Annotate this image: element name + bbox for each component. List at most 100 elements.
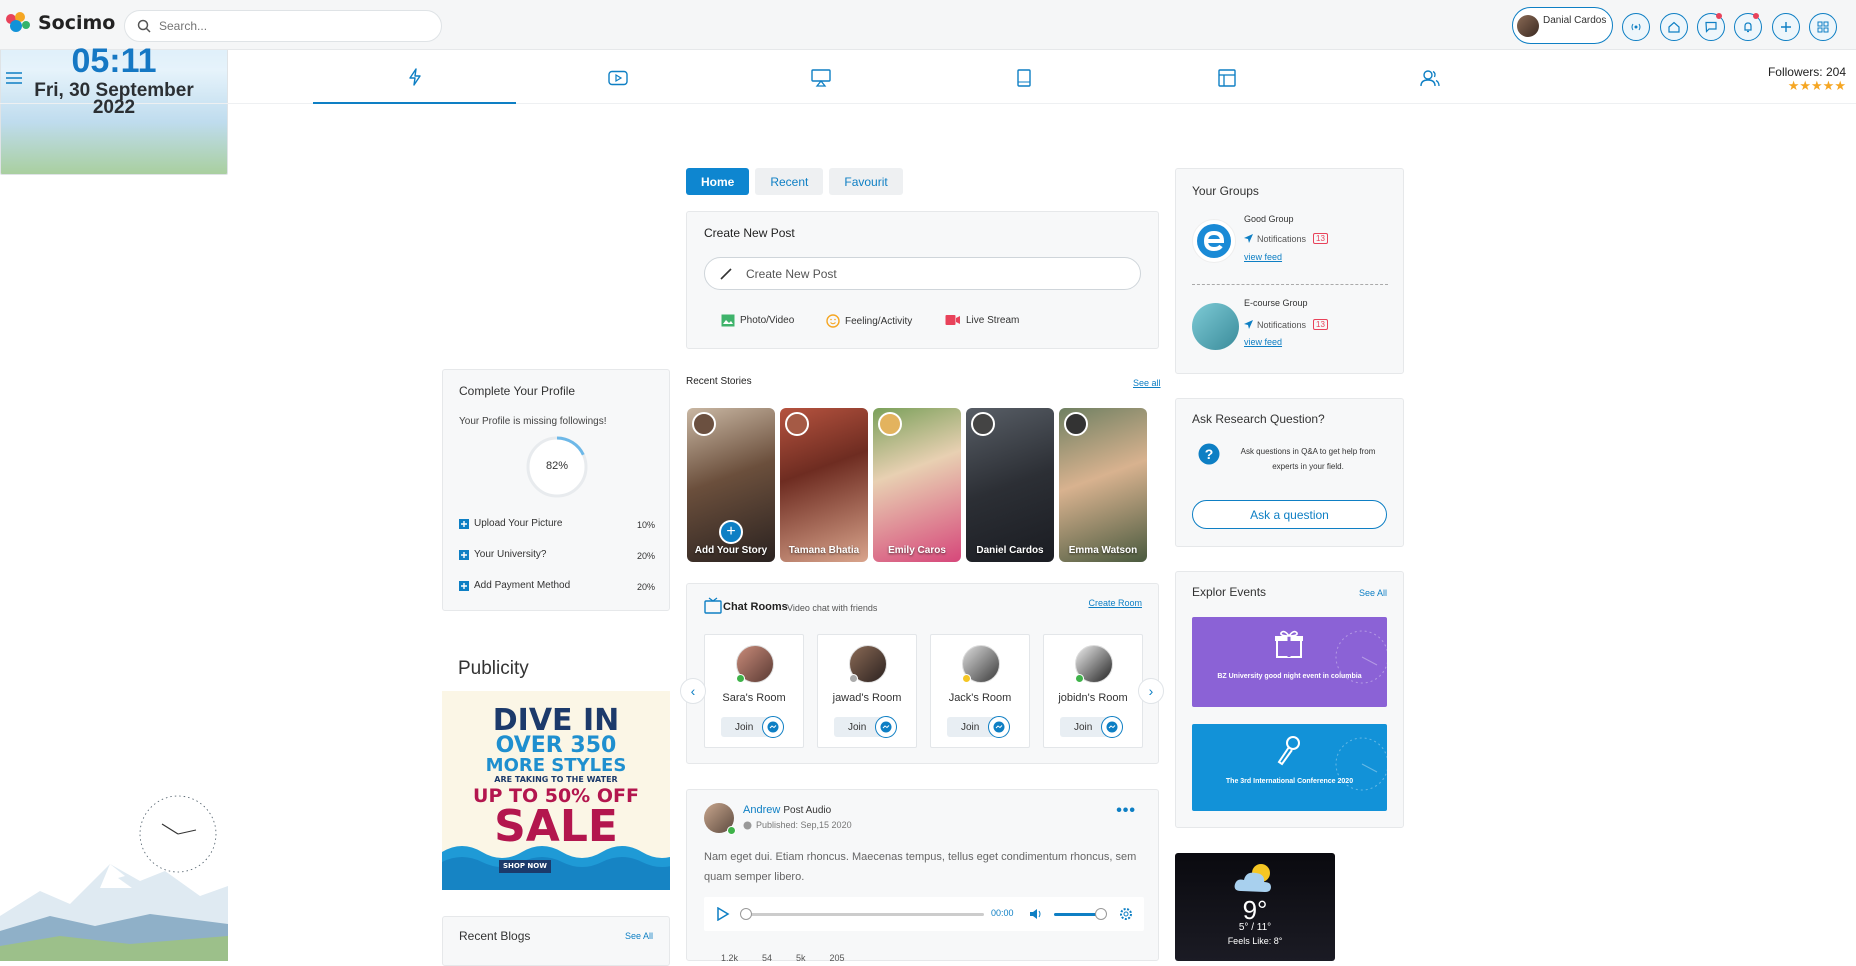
see-all-link[interactable]: See All	[625, 931, 653, 941]
avatar	[878, 412, 902, 436]
group-name: Good Group	[1244, 214, 1294, 224]
top-bar: Socimo Danial Cardos	[0, 0, 1856, 50]
layout-icon	[1217, 68, 1236, 87]
tab-activity[interactable]	[313, 51, 516, 104]
post-body: Nam eget dui. Etiam rhoncus. Maecenas te…	[704, 851, 1137, 883]
chat-prev-button[interactable]: ‹	[680, 678, 706, 704]
story-card[interactable]: Emma Watson	[1059, 408, 1147, 562]
bell-icon	[1744, 22, 1752, 33]
event-card[interactable]: BZ University good night event in columb…	[1192, 617, 1387, 707]
group-logo	[1192, 303, 1239, 350]
messenger-button[interactable]	[762, 716, 784, 738]
clock-date: Fri, 30 September 2022	[0, 81, 228, 117]
plus-icon	[1781, 22, 1791, 32]
tab-home[interactable]: Home	[686, 168, 750, 195]
stories-title: Recent Stories	[686, 376, 752, 387]
event-card[interactable]: The 3rd International Conference 2020	[1192, 724, 1387, 811]
send-icon	[1244, 320, 1253, 329]
user-menu[interactable]: Danial Cardos	[1512, 7, 1613, 44]
tab-live[interactable]	[719, 51, 922, 104]
story-name: Daniel Cardos	[976, 545, 1044, 556]
group-logo	[1192, 219, 1236, 263]
story-card[interactable]: Daniel Cardos	[966, 408, 1054, 562]
add-button[interactable]	[1772, 13, 1800, 41]
book-icon	[1016, 68, 1031, 87]
volume-handle[interactable]	[1095, 908, 1107, 920]
see-all-link[interactable]: See All	[1359, 588, 1387, 598]
seek-handle[interactable]	[740, 908, 752, 920]
followers-count: Followers: 204	[1767, 65, 1846, 79]
feeling-action[interactable]: Feeling/Activity	[826, 314, 912, 328]
notif-label: Notifications	[1257, 233, 1307, 244]
group-item[interactable]: Good Group Notifications 13 view feed	[1192, 214, 1388, 274]
profile-item[interactable]: Your University? 20%	[459, 547, 655, 563]
tab-layout[interactable]	[1125, 51, 1328, 104]
tab-friends[interactable]	[1328, 51, 1531, 104]
chat-room-card[interactable]: jobidn's Room Join	[1043, 634, 1143, 748]
profile-item-label: Your University?	[474, 549, 547, 560]
ask-question-button[interactable]: Ask a question	[1192, 500, 1387, 529]
messenger-button[interactable]	[1101, 716, 1123, 738]
photo-video-action[interactable]: Photo/Video	[721, 314, 794, 327]
logo-icon	[6, 12, 30, 32]
create-room-link[interactable]: Create Room	[1088, 598, 1142, 608]
room-name: Jack's Room	[948, 692, 1012, 704]
more-options-icon[interactable]: •••	[1116, 802, 1136, 820]
create-post-input[interactable]: Create New Post	[704, 257, 1141, 290]
create-post-placeholder: Create New Post	[746, 266, 837, 281]
tab-favourite[interactable]: Favourit	[829, 168, 903, 195]
seek-bar[interactable]	[744, 913, 984, 916]
stories-see-all[interactable]: See all	[1133, 378, 1161, 388]
event-label: BZ University good night event in columb…	[1217, 673, 1362, 680]
search-input[interactable]	[159, 19, 409, 33]
tab-videos[interactable]	[516, 51, 719, 104]
messages-button[interactable]	[1697, 13, 1725, 41]
settings-icon[interactable]	[1119, 907, 1133, 921]
chat-room-card[interactable]: jawad's Room Join	[817, 634, 917, 748]
messenger-icon	[993, 721, 1005, 733]
room-name: jobidn's Room	[1058, 692, 1128, 704]
chat-room-card[interactable]: Jack's Room Join	[930, 634, 1030, 748]
play-icon[interactable]	[716, 907, 730, 921]
card-title: Create New Post	[704, 226, 795, 240]
group-item[interactable]: E-course Group Notifications 13 view fee…	[1192, 298, 1388, 358]
avatar	[971, 412, 995, 436]
logo[interactable]: Socimo	[4, 11, 115, 35]
search-bar[interactable]	[124, 10, 442, 42]
post-type: Post Audio	[783, 805, 832, 816]
chat-room-card[interactable]: Sara's Room Join	[704, 634, 804, 748]
notifications-button[interactable]	[1734, 13, 1762, 41]
broadcast-button[interactable]	[1622, 13, 1650, 41]
tab-recent[interactable]: Recent	[755, 168, 824, 195]
card-title: Complete Your Profile	[459, 384, 576, 398]
send-icon	[1244, 234, 1253, 243]
messenger-button[interactable]	[988, 716, 1010, 738]
post-author[interactable]: Andrew	[743, 804, 780, 816]
story-card[interactable]: Tamana Bhatia	[780, 408, 868, 562]
home-button[interactable]	[1660, 13, 1688, 41]
volume-icon[interactable]	[1029, 908, 1043, 920]
apps-button[interactable]	[1809, 13, 1837, 41]
view-feed-link[interactable]: view feed	[1244, 337, 1282, 347]
view-feed-link[interactable]: view feed	[1244, 252, 1282, 262]
rating-stars: ★★★★★	[1787, 78, 1846, 93]
ad-line: ARE TAKING TO THE WATER	[494, 775, 618, 784]
messenger-button[interactable]	[875, 716, 897, 738]
publicity-ad[interactable]: DIVE IN OVER 350 MORE STYLES ARE TAKING …	[442, 691, 670, 890]
live-stream-action[interactable]: Live Stream	[945, 314, 1019, 326]
action-label: Photo/Video	[740, 315, 795, 326]
search-icon	[137, 19, 151, 33]
volume-bar[interactable]	[1054, 913, 1099, 916]
avatar	[1517, 14, 1539, 37]
chat-next-button[interactable]: ›	[1138, 678, 1164, 704]
e-logo-icon	[1197, 224, 1231, 258]
notif-count-badge: 13	[1313, 233, 1328, 244]
add-story-icon[interactable]: +	[719, 520, 743, 544]
audio-time: 00:00	[991, 908, 1014, 918]
tab-books[interactable]	[922, 51, 1125, 104]
profile-item[interactable]: Add Payment Method 20%	[459, 578, 655, 594]
profile-item[interactable]: Upload Your Picture 10%	[459, 516, 655, 532]
story-card[interactable]: Emily Caros	[873, 408, 961, 562]
shop-now-button[interactable]: SHOP NOW	[499, 860, 551, 873]
story-card[interactable]: + Add Your Story	[687, 408, 775, 562]
